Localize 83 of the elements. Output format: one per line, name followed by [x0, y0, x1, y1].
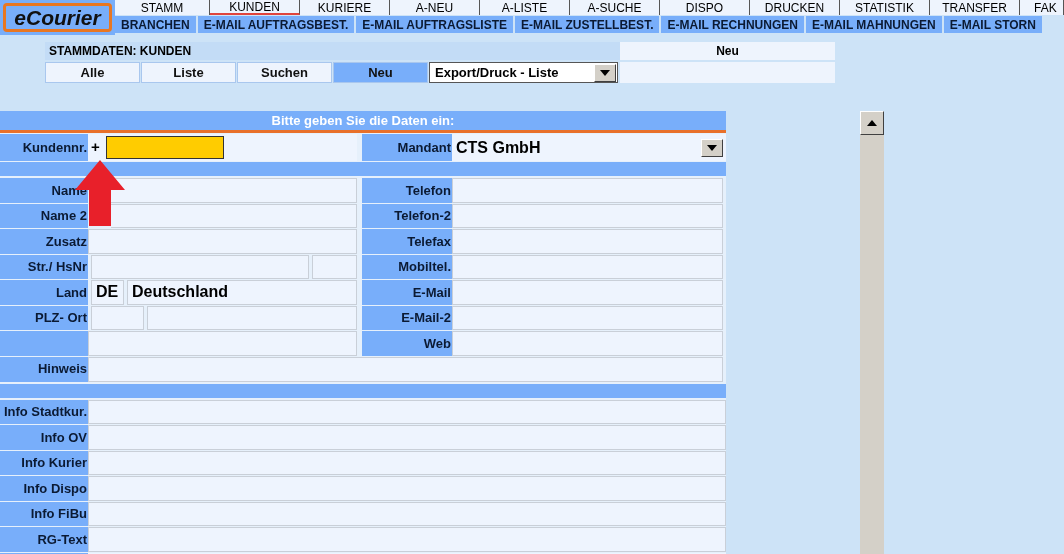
- up-arrow-icon: [867, 120, 877, 126]
- field-label: Telefon: [362, 178, 452, 203]
- input-field[interactable]: [111, 178, 357, 203]
- field-label: Hinweis: [0, 356, 88, 382]
- input-field[interactable]: [452, 305, 723, 330]
- menu-tab[interactable]: A-NEU: [390, 0, 480, 15]
- mandant-select[interactable]: CTS GmbH: [452, 134, 726, 161]
- input-field[interactable]: [452, 331, 723, 356]
- menu-tab[interactable]: STATISTIK: [840, 0, 930, 15]
- input-field[interactable]: [91, 254, 309, 279]
- input-field[interactable]: [111, 203, 357, 228]
- caret-icon: [707, 144, 717, 151]
- scrollbar[interactable]: [860, 111, 884, 554]
- field-label: Mandant: [362, 134, 452, 161]
- customer-number-field[interactable]: [105, 136, 224, 159]
- field-label: Info FiBu: [0, 501, 88, 526]
- input-field[interactable]: Deutschland: [127, 280, 357, 305]
- input-field[interactable]: [88, 527, 726, 552]
- field-label: Web: [362, 331, 452, 356]
- input-field[interactable]: [452, 280, 723, 305]
- input-field[interactable]: [88, 501, 726, 526]
- form-header: Bitte geben Sie die Daten ein:: [0, 111, 726, 133]
- action-tab[interactable]: Liste: [141, 62, 236, 83]
- logo[interactable]: eCourier: [0, 0, 115, 35]
- input-field[interactable]: [88, 450, 726, 475]
- field-label: Name 2: [0, 203, 88, 228]
- menu-tab[interactable]: FAK: [1020, 0, 1064, 15]
- input-field[interactable]: [91, 305, 144, 330]
- dropdown-button[interactable]: [594, 63, 616, 82]
- field-label: Str./ HsNr: [0, 254, 88, 279]
- input-field[interactable]: DE: [91, 280, 124, 305]
- submenu-tab[interactable]: BRANCHEN: [115, 16, 196, 33]
- menu-tab[interactable]: DRUCKEN: [750, 0, 840, 15]
- mode-panel: Neu: [620, 42, 835, 60]
- submenu-tab[interactable]: E-MAIL AUFTRAGSLISTE: [356, 16, 513, 33]
- menu-tab[interactable]: A-LISTE: [480, 0, 570, 15]
- logo-text: eCourier: [14, 4, 101, 31]
- input-field[interactable]: [88, 425, 726, 450]
- field-label: RG-Text: [0, 527, 88, 552]
- menu-tab[interactable]: DISPO: [660, 0, 750, 15]
- input-field[interactable]: [452, 229, 723, 254]
- input-field[interactable]: [88, 229, 357, 254]
- input-field[interactable]: [312, 254, 357, 279]
- field-label: Info Dispo: [0, 476, 88, 501]
- field-label: PLZ- Ort: [0, 305, 88, 330]
- field-label: E-Mail-2: [362, 305, 452, 330]
- action-tab[interactable]: Alle: [45, 62, 140, 83]
- input-field[interactable]: [452, 254, 723, 279]
- scroll-up-button[interactable]: [860, 111, 884, 135]
- input-field[interactable]: [88, 331, 357, 356]
- input-field[interactable]: [452, 178, 723, 203]
- field-label: Mobiltel.: [362, 254, 452, 279]
- field-label: Kundennr.: [0, 134, 88, 161]
- plus-sign[interactable]: +: [91, 136, 100, 159]
- menu-tab[interactable]: STAMM: [115, 0, 210, 15]
- field-label: Info Kurier: [0, 450, 88, 475]
- field-label: Info OV: [0, 425, 88, 450]
- export-select[interactable]: Export/Druck - Liste: [429, 62, 618, 83]
- menu-tab[interactable]: KURIERE: [300, 0, 390, 15]
- input-field[interactable]: [88, 356, 723, 382]
- field-label: Telefax: [362, 229, 452, 254]
- submenu-tab[interactable]: E-MAIL STORN: [943, 16, 1042, 33]
- field-label: Telefon-2: [362, 203, 452, 228]
- menu-tab[interactable]: TRANSFER: [930, 0, 1020, 15]
- action-tab[interactable]: Suchen: [237, 62, 332, 83]
- submenu-tab[interactable]: E-MAIL AUFTRAGSBEST.: [197, 16, 355, 33]
- menu-tab[interactable]: KUNDEN: [210, 0, 300, 15]
- input-field[interactable]: [147, 305, 357, 330]
- section-title: STAMMDATEN: KUNDEN: [49, 43, 192, 60]
- field-label: Land: [0, 280, 88, 305]
- dropdown-button[interactable]: [701, 138, 723, 157]
- input-field[interactable]: [88, 399, 726, 424]
- menu-tab[interactable]: A-SUCHE: [570, 0, 660, 15]
- field-label: E-Mail: [362, 280, 452, 305]
- submenu-tab[interactable]: E-MAIL MAHNUNGEN: [805, 16, 942, 33]
- input-field[interactable]: [452, 203, 723, 228]
- field-label: Zusatz: [0, 229, 88, 254]
- field-label: Info Stadtkur.: [0, 399, 88, 424]
- input-field[interactable]: [88, 476, 726, 501]
- submenu-tab[interactable]: E-MAIL ZUSTELLBEST.: [515, 16, 660, 33]
- caret-icon: [600, 69, 610, 76]
- submenu-tab[interactable]: E-MAIL RECHNUNGEN: [661, 16, 804, 33]
- action-tab[interactable]: Neu: [333, 62, 428, 83]
